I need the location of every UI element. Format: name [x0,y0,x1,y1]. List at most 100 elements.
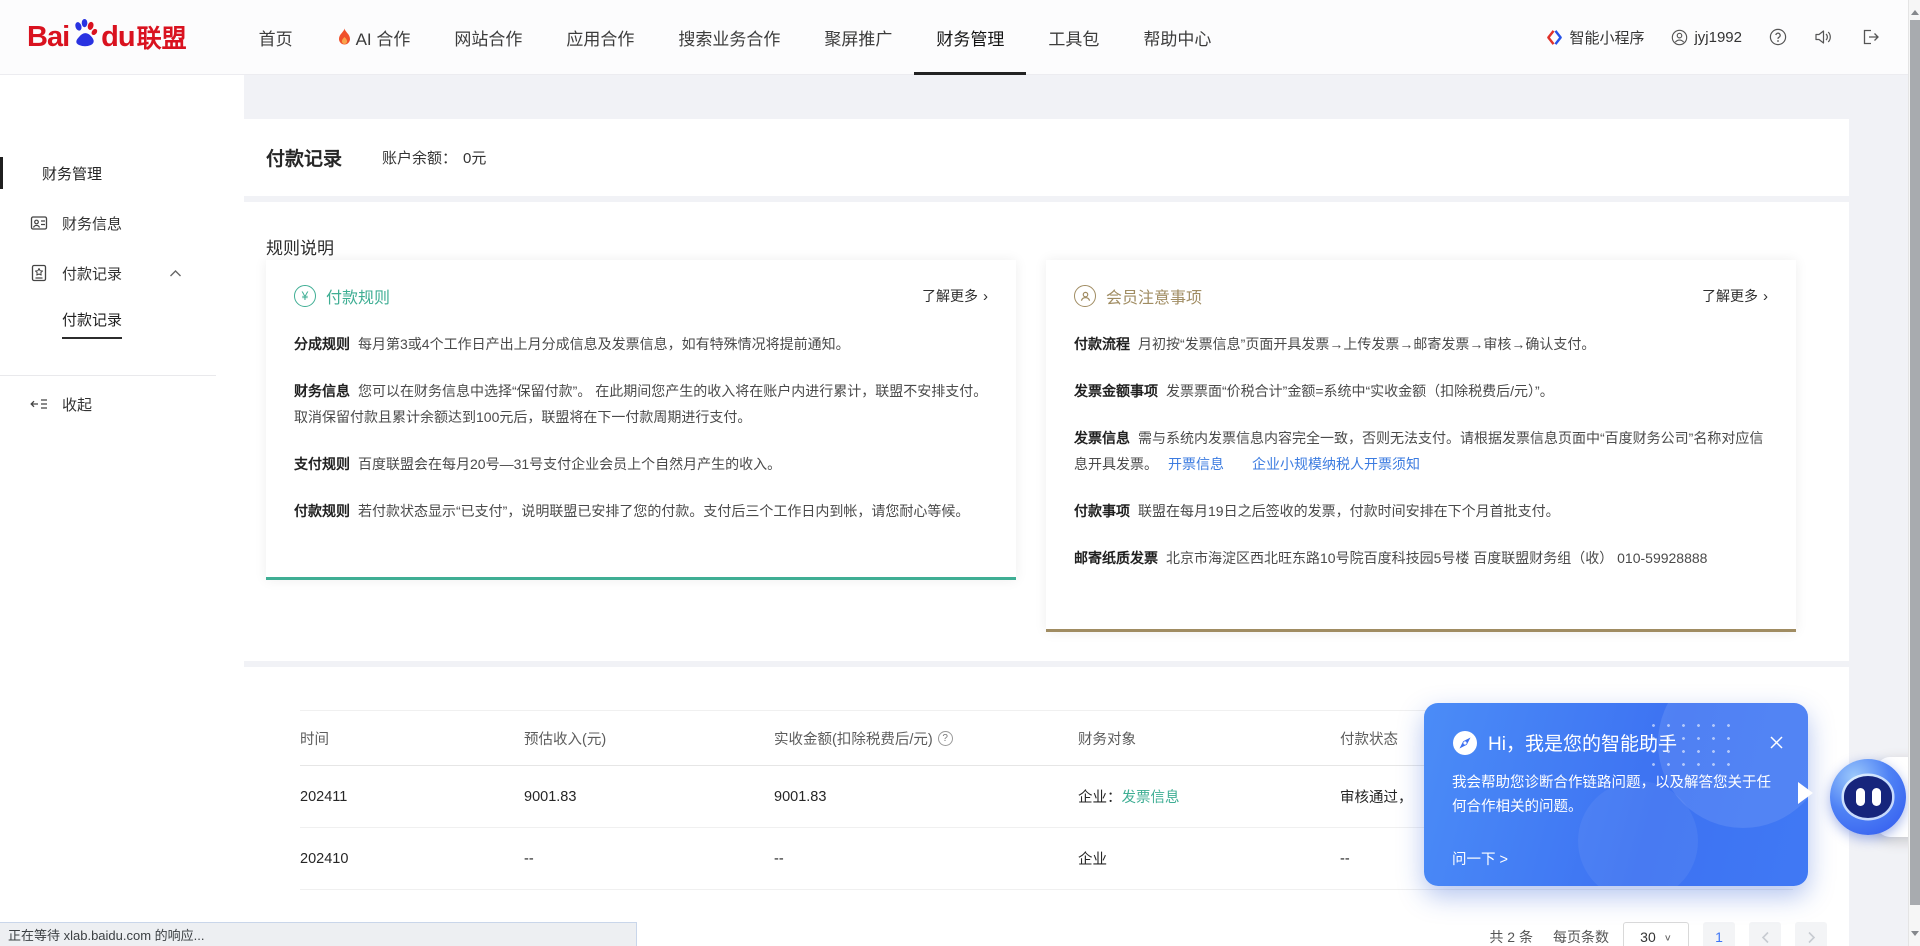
close-icon[interactable] [1769,735,1784,750]
rules-panel: 规则说明 ¥ 付款规则 了解更多› 分成规则每月第3或4个工作日产出上月分成信息… [244,202,1849,661]
sound-icon[interactable] [1814,28,1834,46]
miniprogram-diamond-icon [1546,29,1563,46]
caret-down-icon: ∨ [1664,932,1672,942]
member-circle-icon [1074,285,1096,307]
nav-item-finance-management[interactable]: 财务管理 [914,0,1026,75]
assistant-message: 我会帮助您诊断合作链路问题，以及解答您关于任何合作相关的问题。 [1424,756,1808,819]
per-page-select[interactable]: 30 ∨ [1623,922,1689,946]
logo-text-du: du [101,21,134,54]
nav-item-toolkit[interactable]: 工具包 [1026,0,1121,75]
popup-pointer-arrow [1798,782,1824,804]
status-text: 正在等待 xlab.baidu.com 的响应... [8,925,205,944]
nav-item-website-cooperation[interactable]: 网站合作 [432,0,544,75]
total-count-label: 共 2 条 [1489,927,1533,946]
nav-item-app-cooperation[interactable]: 应用合作 [544,0,656,75]
column-header-finance-object: 财务对象 [1078,728,1340,749]
logout-icon[interactable] [1861,28,1880,46]
per-page-label: 每页条数 [1553,927,1609,946]
sidebar-item-finance-info[interactable]: 财务信息 [0,205,244,241]
cell-time: 202411 [300,789,524,805]
member-notes-card-header: 会员注意事项 了解更多› [1046,260,1796,310]
finance-info-icon [30,214,48,232]
baidu-paw-icon [70,17,100,47]
sidebar: 财务管理 财务信息 付款记录 付款记录 收起 [0,75,244,946]
cell-estimated: 9001.83 [524,789,774,805]
chevron-right-icon: › [1763,288,1768,305]
small-taxpayer-notice-link[interactable]: 企业小规模纳税人开票须知 [1252,456,1420,472]
payment-rules-card-header: ¥ 付款规则 了解更多› [266,260,1016,310]
collapse-icon [30,396,48,412]
user-icon [1671,29,1688,46]
smart-miniprogram-entry[interactable]: 智能小程序 [1546,27,1644,48]
payment-rules-learn-more-link[interactable]: 了解更多› [922,286,988,306]
sidebar-collapse-button[interactable]: 收起 [0,387,244,421]
help-circle-icon[interactable]: ? [938,731,953,746]
sidebar-section-finance-management[interactable]: 财务管理 [0,157,244,189]
ask-now-link[interactable]: 问一下 > [1452,848,1508,869]
page: Bai du 联盟 首页 AI 合作 网站合作 [0,0,1920,946]
cell-finance-object: 企业：发票信息 [1078,786,1340,807]
rule-item: 付款规则若付款状态显示“已支付”，说明联盟已安排了您的付款。支付后三个工作日内到… [266,498,1016,524]
column-header-estimated-income: 预估收入(元) [524,728,774,749]
cell-finance-object: 企业 [1078,848,1340,869]
payment-records-icon [30,264,48,282]
invoice-info-cell-link[interactable]: 发票信息 [1122,790,1180,806]
scrollbar-thumb[interactable] [1910,20,1920,905]
cell-actual: -- [774,851,1078,867]
column-header-actual-amount: 实收金额(扣除税费后/元) ? [774,728,1078,749]
help-icon[interactable] [1769,28,1787,46]
member-notes-learn-more-link[interactable]: 了解更多› [1702,286,1768,306]
page-header-panel: 付款记录 账户余额： 0元 [244,119,1849,196]
rule-item: 付款事项联盟在每月19日之后签收的发票，付款时间安排在下个月首批支付。 [1046,498,1796,524]
top-right-tools: 智能小程序 jyj1992 [1546,27,1880,48]
cell-actual: 9001.83 [774,789,1078,805]
rule-item: 发票金额事项发票票面“价税合计”金额=系统中“实收金额（扣除税费后/元）”。 [1046,378,1796,404]
assistant-robot-button[interactable] [1830,759,1906,835]
account-balance: 账户余额： 0元 [382,147,486,168]
vertical-scrollbar[interactable] [1908,0,1920,946]
user-account[interactable]: jyj1992 [1671,29,1742,46]
payment-rules-card: ¥ 付款规则 了解更多› 分成规则每月第3或4个工作日产出上月分成信息及发票信息… [266,260,1016,580]
assistant-title: Hi，我是您的智能助手 [1488,729,1677,756]
scroll-up-arrow-icon[interactable] [1911,6,1919,15]
invoice-info-link[interactable]: 开票信息 [1168,456,1224,472]
logo-text-bai: Bai [27,21,69,54]
flame-icon [337,28,352,46]
payment-rules-card-title: 付款规则 [326,284,390,308]
chevron-up-icon[interactable] [169,269,182,278]
baidu-union-logo[interactable]: Bai du 联盟 [27,17,187,57]
assistant-header: Hi，我是您的智能助手 [1424,703,1808,756]
cell-estimated: -- [524,851,774,867]
chevron-right-icon: › [983,288,988,305]
next-page-button[interactable] [1795,922,1827,946]
cell-time: 202410 [300,851,524,867]
pagination: 共 2 条 每页条数 30 ∨ 1 [1489,922,1827,946]
rule-item: 邮寄纸质发票北京市海淀区西北旺东路10号院百度科技园5号楼 百度联盟财务组（收）… [1046,545,1796,571]
nav-item-home[interactable]: 首页 [237,0,315,75]
page-title: 付款记录 [266,144,342,171]
nav-item-juping-promotion[interactable]: 聚屏推广 [802,0,914,75]
yen-circle-icon: ¥ [294,285,316,307]
balance-value: 0元 [463,150,486,167]
logo-text-union: 联盟 [137,19,187,55]
assistant-popup: Hi，我是您的智能助手 我会帮助您诊断合作链路问题，以及解答您关于任何合作相关的… [1424,703,1808,886]
top-navigation-bar: Bai du 联盟 首页 AI 合作 网站合作 [0,0,1920,75]
rule-item: 财务信息您可以在财务信息中选择“保留付款”。 在此期间您产生的收入将在账户内进行… [266,378,1016,430]
nav-item-help-center[interactable]: 帮助中心 [1121,0,1233,75]
balance-label: 账户余额： [382,150,457,167]
main-menu: 首页 AI 合作 网站合作 应用合作 搜索业务合作 聚屏推广 财务管理 工具包 … [237,0,1234,75]
rule-item: 付款流程月初按“发票信息”页面开具发票→上传发票→邮寄发票→审核→确认支付。 [1046,331,1796,357]
page-number-button[interactable]: 1 [1703,922,1735,946]
sidebar-subitem-payment-records[interactable]: 付款记录 [62,309,122,339]
nav-item-search-cooperation[interactable]: 搜索业务合作 [656,0,802,75]
compass-icon [1452,730,1478,756]
scroll-down-arrow-icon[interactable] [1911,931,1919,940]
robot-face-icon [1844,776,1892,818]
rule-item: 支付规则百度联盟会在每月20号—31号支付企业会员上个自然月产生的收入。 [266,451,1016,477]
rule-item: 分成规则每月第3或4个工作日产出上月分成信息及发票信息，如有特殊情况将提前通知。 [266,331,1016,357]
member-notes-card-title: 会员注意事项 [1106,284,1202,308]
sidebar-item-payment-records[interactable]: 付款记录 [0,255,244,291]
rule-item: 发票信息需与系统内发票信息内容完全一致，否则无法支付。请根据发票信息页面中“百度… [1046,425,1796,477]
nav-item-ai-cooperation[interactable]: AI 合作 [315,0,433,75]
prev-page-button[interactable] [1749,922,1781,946]
